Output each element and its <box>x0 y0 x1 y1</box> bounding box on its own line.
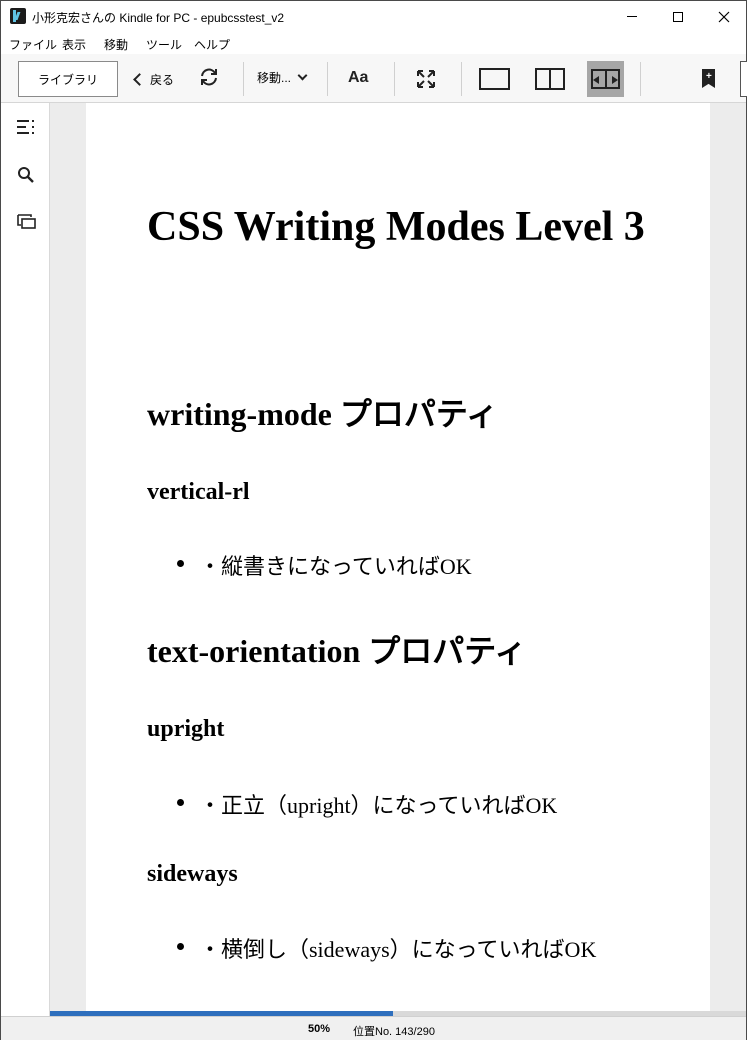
close-button[interactable] <box>701 1 747 32</box>
menu-goto[interactable]: 移動 <box>104 36 128 53</box>
toc-button[interactable] <box>17 119 37 140</box>
toolbar-divider <box>327 62 328 96</box>
location-indicator: 位置No. 143/290 <box>353 1026 435 1038</box>
close-icon <box>718 11 730 22</box>
status-bar: 50% 位置No. 143/290 <box>1 1016 746 1040</box>
kindle-window: 小形克宏さんの Kindle for PC - epubcsstest_v2 フ… <box>0 0 747 1040</box>
text-orientation-heading: text-orientation プロパティ <box>147 633 527 669</box>
list-item: ・縦書きになっていればOK <box>177 549 472 581</box>
arrow-left-icon <box>593 76 599 84</box>
search-button[interactable] <box>17 166 35 189</box>
menu-tools[interactable]: ツール <box>146 36 182 53</box>
kindle-app-icon <box>10 8 26 24</box>
back-button[interactable]: 戻る <box>132 67 174 91</box>
window-title: 小形克宏さんの Kindle for PC - epubcsstest_v2 <box>32 11 285 25</box>
overflow-button[interactable] <box>740 61 747 97</box>
flashcards-button[interactable] <box>17 214 37 235</box>
menu-file[interactable]: ファイル <box>9 36 57 53</box>
chevron-down-icon <box>297 70 308 81</box>
search-icon <box>18 167 34 183</box>
menu-bar: ファイル 表示 移動 ツール ヘルプ <box>1 32 746 54</box>
menu-view[interactable]: 表示 <box>62 36 86 53</box>
sideways-heading: sideways <box>147 861 238 887</box>
list-item-text: ・横倒し（sideways）になっていればOK <box>199 937 597 962</box>
list-item-text: ・縦書きになっていればOK <box>199 554 472 579</box>
toolbar-divider <box>394 62 395 96</box>
book-title-heading: CSS Writing Modes Level 3 <box>147 204 645 250</box>
fullscreen-button[interactable] <box>416 69 436 89</box>
two-page-icon[interactable] <box>535 68 565 90</box>
upright-heading: upright <box>147 716 225 742</box>
maximize-button[interactable] <box>655 1 701 32</box>
minimize-button[interactable] <box>609 1 655 32</box>
arrow-right-icon <box>612 76 618 84</box>
chevron-left-icon <box>133 72 146 86</box>
minimize-icon <box>627 16 637 17</box>
goto-label: 移動... <box>257 71 292 85</box>
library-button[interactable]: ライブラリ <box>18 61 118 97</box>
menu-help[interactable]: ヘルプ <box>194 36 230 53</box>
book-page[interactable]: CSS Writing Modes Level 3 writing-mode プ… <box>86 103 710 1011</box>
list-item: ・横倒し（sideways）になっていればOK <box>177 932 596 964</box>
toolbar-divider <box>243 62 244 96</box>
toolbar-divider <box>461 62 462 96</box>
fullscreen-icon <box>417 70 435 88</box>
single-page-icon[interactable] <box>479 68 510 90</box>
toolbar: ライブラリ 戻る 移動... Aa <box>1 54 746 103</box>
font-settings-button[interactable]: Aa <box>348 69 368 87</box>
sync-button[interactable] <box>198 66 220 88</box>
title-bar: 小形克宏さんの Kindle for PC - epubcsstest_v2 <box>1 1 746 32</box>
toolbar-divider <box>640 62 641 96</box>
sync-icon <box>201 68 217 86</box>
plus-icon: + <box>706 71 712 82</box>
percent-read: 50% <box>308 1023 331 1035</box>
list-item: ・正立（upright）になっていればOK <box>177 788 557 820</box>
table-of-contents-icon <box>17 120 34 134</box>
list-item-text: ・正立（upright）になっていればOK <box>199 793 558 818</box>
back-label: 戻る <box>150 72 175 87</box>
vertical-rl-heading: vertical-rl <box>147 479 250 505</box>
flashcards-icon <box>17 214 36 229</box>
left-sidebar <box>1 103 50 1016</box>
continuous-scroll-button[interactable] <box>587 61 624 97</box>
writing-mode-heading: writing-mode プロパティ <box>147 396 498 432</box>
maximize-icon <box>673 11 683 22</box>
goto-dropdown[interactable]: 移動... <box>257 69 308 86</box>
